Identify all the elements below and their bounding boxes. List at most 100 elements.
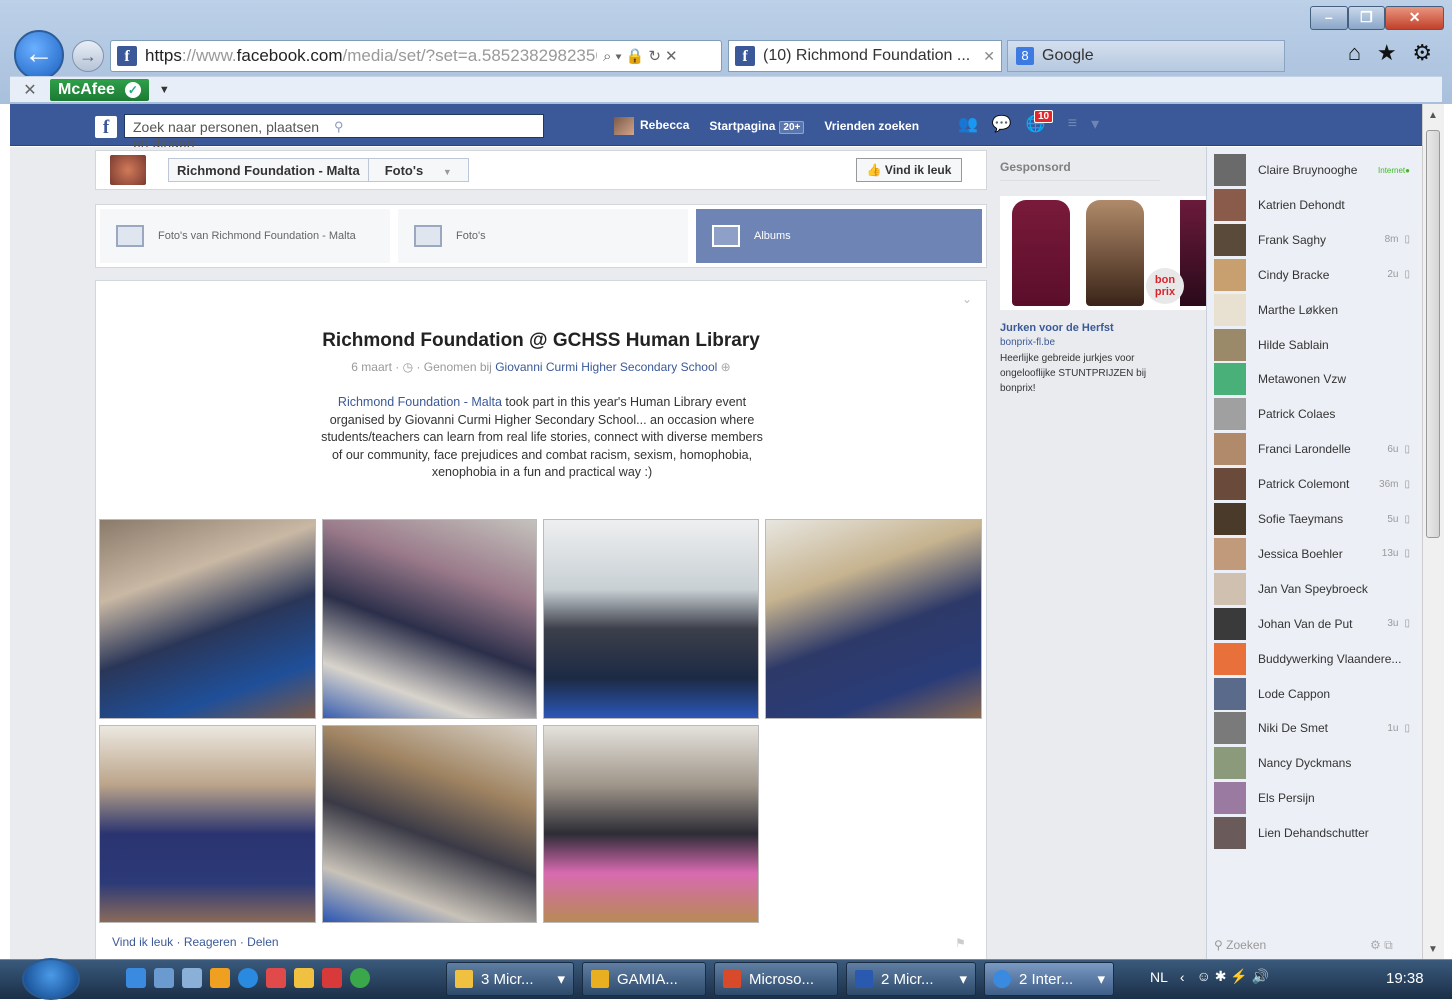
home-icon[interactable]: ⌂ bbox=[1348, 40, 1361, 70]
account-menu-icon[interactable]: ▾ bbox=[1091, 114, 1099, 134]
album-photo[interactable] bbox=[322, 519, 537, 719]
chat-friend[interactable]: Patrick Colaes bbox=[1214, 398, 1418, 431]
task-word[interactable]: 2 Micr... ▾ bbox=[846, 962, 976, 996]
chat-friend-name: Patrick Colaes bbox=[1258, 407, 1336, 422]
chat-friend[interactable]: Claire Bruynooghe Internet ● bbox=[1214, 154, 1418, 186]
album-photo[interactable] bbox=[322, 725, 537, 923]
chat-friend[interactable]: Franci Larondelle 6u ▯ bbox=[1214, 433, 1418, 466]
album-photo[interactable] bbox=[99, 519, 316, 719]
chat-friend[interactable]: Niki De Smet 1u ▯ bbox=[1214, 712, 1418, 745]
avatar bbox=[1214, 154, 1246, 186]
maximize-button[interactable]: ❐ bbox=[1347, 6, 1386, 30]
page-avatar[interactable] bbox=[110, 155, 146, 185]
task-gamia[interactable]: GAMIA... bbox=[582, 962, 706, 996]
favorites-star-icon[interactable]: ★ bbox=[1377, 40, 1397, 70]
like-page-button[interactable]: 👍 Vind ik leuk bbox=[856, 158, 962, 182]
back-button[interactable]: ← bbox=[14, 30, 64, 80]
chat-friend[interactable]: Sofie Taeymans 5u ▯ bbox=[1214, 503, 1418, 535]
chat-friend[interactable]: Buddywerking Vlaandere... bbox=[1214, 642, 1418, 675]
album-photo[interactable] bbox=[99, 725, 316, 923]
chevron-down-icon[interactable]: ⌄ bbox=[962, 292, 972, 306]
scroll-down-icon[interactable]: ▼ bbox=[1428, 944, 1438, 955]
facebook-search-input[interactable]: Zoek naar personen, plaatsen en dingen ⚲ bbox=[124, 114, 544, 151]
chat-friend[interactable]: Marthe Løkken bbox=[1214, 293, 1418, 326]
clock[interactable]: 19:38 bbox=[1386, 970, 1424, 987]
app-icon[interactable] bbox=[182, 968, 202, 988]
app-icon[interactable] bbox=[126, 968, 146, 988]
clock-icon: ◷ bbox=[402, 360, 414, 374]
chat-friend[interactable]: Els Persijn bbox=[1214, 782, 1418, 815]
address-controls[interactable]: ⌕▾🔒↻✕ bbox=[603, 47, 682, 65]
app-icon[interactable] bbox=[154, 968, 174, 988]
address-bar[interactable]: f https://www.facebook.com/media/set/?se… bbox=[110, 40, 722, 72]
divider bbox=[1000, 180, 1160, 181]
friend-requests-icon[interactable]: 👥 bbox=[958, 114, 978, 134]
privacy-shortcuts-icon[interactable]: ≡ bbox=[1068, 115, 1077, 133]
chat-friend[interactable]: Patrick Colemont 36m ▯ bbox=[1214, 468, 1418, 501]
breadcrumb-page-name[interactable]: Richmond Foundation - Malta bbox=[169, 163, 368, 178]
mcafee-button[interactable]: McAfee ✓ bbox=[50, 78, 149, 101]
place-link[interactable]: Giovanni Curmi Higher Secondary School bbox=[495, 360, 717, 374]
chat-friend[interactable]: Katrien Dehondt bbox=[1214, 188, 1418, 221]
chat-friend[interactable]: Jan Van Speybroeck bbox=[1214, 572, 1418, 605]
tab-facebook[interactable]: f (10) Richmond Foundation ... ✕ bbox=[728, 40, 1002, 72]
chat-search-input[interactable]: ⚲ Zoeken bbox=[1214, 938, 1266, 952]
report-flag-icon[interactable]: ⚑ bbox=[955, 936, 966, 950]
home-link[interactable]: Startpagina 20+ bbox=[709, 119, 805, 134]
album-photo[interactable] bbox=[543, 519, 759, 719]
ie-icon[interactable] bbox=[238, 968, 258, 988]
chat-friend[interactable]: Lien Dehandschutter bbox=[1214, 817, 1418, 850]
album-actions[interactable]: Vind ik leuk · Reageren · Delen bbox=[112, 935, 279, 949]
close-button[interactable]: ✕ bbox=[1385, 6, 1445, 30]
close-toolbar-icon[interactable]: ✕ bbox=[10, 80, 50, 100]
app-icon[interactable] bbox=[266, 968, 286, 988]
chat-friend[interactable]: Hilde Sablain bbox=[1214, 328, 1418, 361]
language-indicator[interactable]: NL bbox=[1150, 969, 1168, 985]
profile-link[interactable]: Rebecca bbox=[614, 117, 689, 135]
tab-photos-of-page[interactable]: Foto's van Richmond Foundation - Malta bbox=[100, 209, 390, 263]
jewels: 👥 💬 🌐 ≡ ▾ bbox=[958, 114, 1099, 134]
app-icon[interactable] bbox=[294, 968, 314, 988]
tab-close-icon[interactable]: ✕ bbox=[983, 48, 995, 65]
messages-icon[interactable]: 💬 bbox=[992, 114, 1012, 134]
find-friends-link[interactable]: Vrienden zoeken bbox=[824, 119, 919, 133]
settings-gear-icon[interactable]: ⚙ bbox=[1412, 40, 1432, 70]
search-icon[interactable]: ⚲ bbox=[334, 119, 535, 134]
chat-friend[interactable]: Metawonen Vzw bbox=[1214, 363, 1418, 396]
chat-friend[interactable]: Frank Saghy 8m ▯ bbox=[1214, 223, 1418, 256]
ad-url[interactable]: bonprix-fl.be bbox=[1000, 337, 1055, 348]
chat-friend[interactable]: Lode Cappon bbox=[1214, 677, 1418, 710]
album-photo[interactable] bbox=[543, 725, 759, 923]
album-photo[interactable] bbox=[765, 519, 982, 719]
tray-icons[interactable]: ☺ ✱ ⚡ 🔊 bbox=[1197, 968, 1270, 985]
tab-google[interactable]: 8 Google bbox=[1007, 40, 1285, 72]
chat-options-gear-icon[interactable]: ⚙ ⧉ bbox=[1370, 938, 1393, 953]
tab-albums[interactable]: Albums bbox=[696, 209, 982, 263]
scroll-up-icon[interactable]: ▲ bbox=[1428, 110, 1438, 121]
forward-button[interactable]: → bbox=[72, 40, 104, 72]
sponsored-heading: Gesponsord bbox=[1000, 160, 1071, 174]
breadcrumb-section[interactable]: Foto's ▼ bbox=[369, 163, 468, 178]
ad-title[interactable]: Jurken voor de Herfst bbox=[1000, 322, 1114, 334]
page-link[interactable]: Richmond Foundation - Malta bbox=[338, 395, 502, 409]
chrome-icon[interactable] bbox=[350, 968, 370, 988]
facebook-logo-icon[interactable]: f bbox=[95, 116, 117, 138]
task-internet-explorer[interactable]: 2 Inter... ▾ bbox=[984, 962, 1114, 996]
scrollbar-thumb[interactable] bbox=[1426, 130, 1440, 538]
ad-image[interactable]: bon prix bbox=[1000, 196, 1206, 310]
album-description: Richmond Foundation - Malta took part in… bbox=[321, 395, 763, 479]
chat-friend[interactable]: Jessica Boehler 13u ▯ bbox=[1214, 537, 1418, 570]
show-hidden-icons[interactable]: ‹ bbox=[1180, 969, 1185, 985]
task-word-group[interactable]: 3 Micr... ▾ bbox=[446, 962, 574, 996]
task-powerpoint[interactable]: Microso... bbox=[714, 962, 838, 996]
app-icon[interactable] bbox=[210, 968, 230, 988]
chat-friend[interactable]: Nancy Dyckmans bbox=[1214, 747, 1418, 780]
minimize-button[interactable]: – bbox=[1310, 6, 1348, 30]
tab-photos[interactable]: Foto's bbox=[398, 209, 688, 263]
dropdown-icon[interactable]: ▼ bbox=[159, 84, 170, 96]
app-icon[interactable] bbox=[322, 968, 342, 988]
start-button[interactable] bbox=[22, 958, 80, 1000]
chat-friend[interactable]: Cindy Bracke 2u ▯ bbox=[1214, 258, 1418, 291]
online-dot-icon: ● bbox=[1405, 165, 1410, 175]
chat-friend[interactable]: Johan Van de Put 3u ▯ bbox=[1214, 607, 1418, 640]
